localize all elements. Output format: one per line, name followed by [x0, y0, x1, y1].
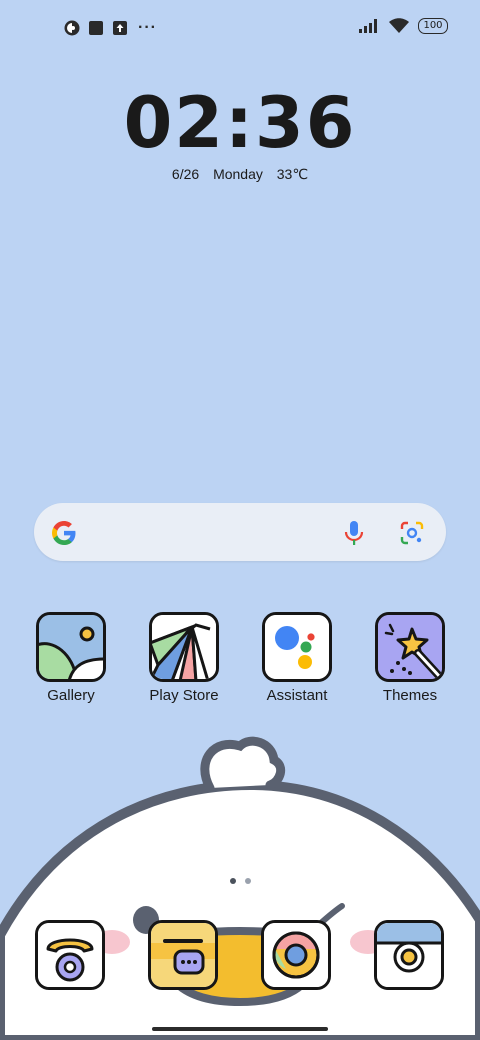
temperature-text: 33℃	[276, 166, 309, 182]
weekday-text: Monday	[213, 166, 263, 182]
upload-icon	[112, 20, 128, 36]
chrome-icon	[264, 923, 328, 987]
dock-camera-app[interactable]	[374, 920, 444, 990]
themes-icon	[375, 612, 445, 682]
dock-phone-app[interactable]	[35, 920, 105, 990]
app-label: Assistant	[266, 687, 328, 704]
square-notification-icon	[88, 20, 104, 36]
assistant-icon	[262, 612, 332, 682]
app-label: Themes	[382, 687, 438, 704]
phone-icon	[38, 923, 102, 987]
app-notification-icon	[64, 20, 80, 36]
page-dot-2[interactable]	[244, 878, 251, 884]
gallery-icon	[36, 612, 106, 682]
dock-messages-app[interactable]	[148, 920, 218, 990]
app-assistant[interactable]: Assistant	[247, 612, 347, 704]
app-label: Gallery	[47, 687, 95, 704]
date-weather-line[interactable]: 6/26 Monday 33℃	[0, 166, 480, 183]
clock-time[interactable]: 02:36	[0, 82, 480, 164]
google-search-bar[interactable]	[34, 503, 446, 561]
signal-icon	[358, 18, 380, 34]
app-label: Play Store	[149, 687, 219, 704]
page-indicator	[0, 878, 480, 884]
app-themes[interactable]: Themes	[360, 612, 460, 704]
wifi-icon	[388, 18, 410, 34]
camera-icon	[377, 923, 441, 987]
battery-icon: 100	[418, 18, 448, 34]
date-text: 6/26	[171, 166, 200, 182]
status-bar: ··· 100	[0, 0, 480, 56]
dock-chrome-app[interactable]	[261, 920, 331, 990]
gesture-nav-bar[interactable]	[152, 1027, 328, 1031]
messages-icon	[151, 923, 215, 987]
google-g-icon	[52, 521, 76, 545]
app-play-store[interactable]: Play Store	[134, 612, 234, 704]
page-dot-1[interactable]	[229, 878, 236, 884]
microphone-icon[interactable]	[342, 519, 366, 547]
more-dots-icon: ···	[138, 19, 157, 36]
app-gallery[interactable]: Gallery	[21, 612, 121, 704]
wallpaper-duck	[0, 736, 480, 1040]
play-store-icon	[149, 612, 219, 682]
google-lens-icon[interactable]	[400, 521, 424, 545]
